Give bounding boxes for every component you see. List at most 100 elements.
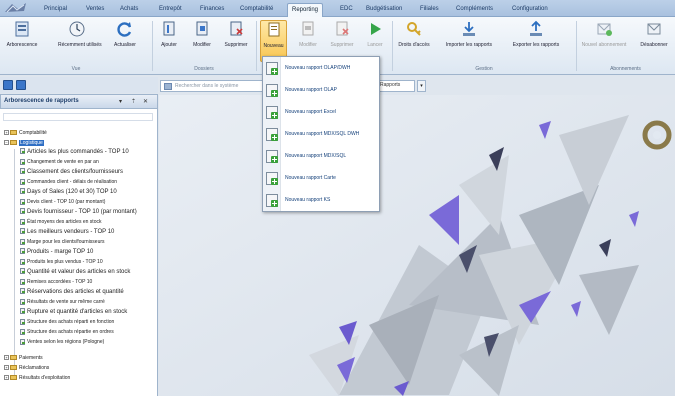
tab-principal[interactable]: Principal bbox=[40, 3, 71, 17]
report-icon bbox=[20, 318, 25, 325]
unsubscribe-button[interactable]: Désabonner bbox=[636, 20, 672, 62]
arborescence-button[interactable]: Arborescence bbox=[2, 20, 42, 62]
tree-report-item[interactable]: Réservations des articles et quantité bbox=[20, 288, 124, 296]
tab-achats[interactable]: Achats bbox=[116, 3, 142, 17]
access-rights-button[interactable]: Droits d'accès bbox=[396, 20, 432, 62]
tree-report-item[interactable]: Commandes client - délais de réalisation bbox=[20, 178, 117, 186]
menu-item-new-excel-report[interactable]: Nouveau rapport Excel bbox=[263, 103, 379, 123]
menu-item-new-ks-report[interactable]: Nouveau rapport KS bbox=[263, 191, 379, 211]
tab-ventes[interactable]: Ventes bbox=[82, 3, 108, 17]
group-label-subscriptions: Abonnements bbox=[610, 66, 641, 72]
delete-document-icon bbox=[230, 21, 243, 36]
report-icon bbox=[20, 198, 25, 205]
refresh-button[interactable]: Actualiser bbox=[110, 20, 140, 62]
expand-icon[interactable]: + bbox=[4, 375, 9, 381]
report-icon bbox=[20, 228, 25, 235]
expand-icon[interactable]: + bbox=[4, 365, 9, 371]
tab-edc[interactable]: EDC bbox=[336, 3, 357, 17]
export-reports-button[interactable]: Exporter les rapports bbox=[510, 20, 562, 62]
tree-folder-logistique[interactable]: − Logistique bbox=[4, 139, 44, 147]
edit-folder-button[interactable]: Modifier bbox=[190, 20, 214, 62]
report-icon bbox=[20, 288, 25, 295]
group-label-folders: Dossiers bbox=[194, 66, 214, 72]
report-icon bbox=[20, 178, 25, 185]
tree-folder-reclamations[interactable]: + Réclamations bbox=[4, 364, 49, 372]
panel-menu-icon[interactable]: ▾ bbox=[119, 98, 122, 105]
report-icon bbox=[20, 168, 25, 175]
tree-report-item[interactable]: Changement de vente en par an bbox=[20, 158, 99, 166]
menu-item-new-mdx-sql-report[interactable]: Nouveau rapport MDX/SQL bbox=[263, 147, 379, 167]
tree-folder-comptabilite[interactable]: + Comptabilité bbox=[4, 129, 47, 137]
tree-report-item[interactable]: Rupture et quantité d'articles en stock bbox=[20, 308, 127, 316]
menu-item-new-olap-dwh-report[interactable]: Nouveau rapport OLAP/DWH bbox=[263, 59, 379, 79]
menu-item-new-map-report[interactable]: Nouveau rapport Carte bbox=[263, 169, 379, 189]
tree-report-item[interactable]: Ventes selon les régions (Pologne) bbox=[20, 338, 104, 346]
tree-report-item[interactable]: Articles les plus commandés - TOP 10 bbox=[20, 148, 129, 156]
tree-report-item[interactable]: Les meilleurs vendeurs - TOP 10 bbox=[20, 228, 114, 236]
report-tree: + Comptabilité − Logistique Articles les p… bbox=[0, 109, 158, 396]
tree-report-item[interactable]: Devis fournisseur - TOP 10 (par montant) bbox=[20, 208, 137, 216]
report-tree-header: Arborescence de rapports ▾ ⇡ ✕ bbox=[0, 94, 158, 109]
add-folder-button[interactable]: Ajouter bbox=[158, 20, 180, 62]
tab-reporting[interactable]: Reporting bbox=[287, 3, 324, 17]
folder-icon bbox=[10, 355, 17, 361]
tree-view-icon bbox=[15, 21, 29, 37]
add-icon bbox=[271, 112, 278, 119]
add-icon bbox=[271, 178, 278, 185]
recent-button[interactable]: Récemment utilisés bbox=[58, 20, 102, 62]
report-icon bbox=[20, 298, 25, 305]
key-icon bbox=[407, 22, 421, 36]
panel-toolbar bbox=[0, 77, 158, 93]
tree-report-item[interactable]: Remises accordées - TOP 10 bbox=[20, 278, 92, 286]
tree-folder-paiements[interactable]: + Paiements bbox=[4, 354, 43, 362]
tree-report-item[interactable]: État moyens des articles en stock bbox=[20, 218, 101, 226]
report-icon bbox=[20, 328, 25, 335]
tree-filter-box[interactable] bbox=[3, 113, 153, 121]
tree-report-item[interactable]: Devis client - TOP 10 (par montant) bbox=[20, 198, 105, 206]
expand-icon[interactable]: + bbox=[4, 355, 9, 361]
collapse-icon[interactable]: − bbox=[4, 140, 9, 146]
workspace-background bbox=[159, 95, 675, 396]
tree-report-item[interactable]: Produits - marge TOP 10 bbox=[20, 248, 93, 256]
collapse-all-icon[interactable] bbox=[16, 80, 26, 90]
export-icon bbox=[530, 20, 542, 36]
tree-report-item[interactable]: Résultats de vente sur même carré bbox=[20, 298, 105, 306]
tree-report-item[interactable]: Marge pour les clients/fournisseurs bbox=[20, 238, 105, 246]
report-icon bbox=[20, 268, 25, 275]
tab-finances[interactable]: Finances bbox=[196, 3, 228, 17]
report-icon bbox=[20, 248, 25, 255]
tree-report-item[interactable]: Quantité et valeur des articles en stock bbox=[20, 268, 130, 276]
add-icon bbox=[271, 156, 278, 163]
refresh-icon bbox=[117, 22, 132, 37]
new-excel-report-icon bbox=[266, 106, 278, 119]
new-subscription-button[interactable]: Nouvel abonnement bbox=[580, 20, 628, 62]
expand-icon[interactable]: + bbox=[4, 130, 9, 136]
expand-all-icon[interactable] bbox=[3, 80, 13, 90]
tree-folder-resultats[interactable]: + Résultats d'exploitation bbox=[4, 374, 70, 382]
app-logo-icon bbox=[5, 3, 26, 13]
tab-budgetisation[interactable]: Budgétisation bbox=[362, 3, 406, 17]
report-icon bbox=[20, 208, 25, 215]
tree-report-item[interactable]: Days of Sales (120 et 30) TOP 10 bbox=[20, 188, 117, 196]
menu-item-new-mdx-sql-dwh-report[interactable]: Nouveau rapport MDX/SQL DWH bbox=[263, 125, 379, 145]
tab-entrepot[interactable]: Entrepôt bbox=[155, 3, 186, 17]
import-reports-button[interactable]: Importer les rapports bbox=[444, 20, 494, 62]
delete-folder-button[interactable]: Supprimer bbox=[222, 20, 250, 62]
tab-filiales[interactable]: Filiales bbox=[416, 3, 443, 17]
panel-pin-icon[interactable]: ⇡ bbox=[131, 98, 136, 105]
tree-report-item[interactable]: Structure des achats répartie en ordres bbox=[20, 328, 114, 336]
menu-item-new-olap-report[interactable]: Nouveau rapport OLAP bbox=[263, 81, 379, 101]
tab-configuration[interactable]: Configuration bbox=[508, 3, 552, 17]
tree-report-item[interactable]: Structure des achats réparti en fonction bbox=[20, 318, 114, 326]
tab-complements[interactable]: Compléments bbox=[452, 3, 497, 17]
tab-comptabilite[interactable]: Comptabilité bbox=[236, 3, 277, 17]
edit-report-icon bbox=[302, 21, 314, 36]
report-icon bbox=[20, 158, 25, 165]
panel-close-icon[interactable]: ✕ bbox=[143, 98, 148, 105]
new-report-icon bbox=[268, 22, 279, 37]
new-olap-dwh-report-icon bbox=[266, 62, 278, 75]
tree-report-item[interactable]: Classement des clients/fournisseurs bbox=[20, 168, 123, 176]
search-dropdown-button[interactable]: ▾ bbox=[417, 80, 426, 92]
tree-report-item[interactable]: Produits les plus vendus - TOP 10 bbox=[20, 258, 103, 266]
add-icon bbox=[271, 134, 278, 141]
